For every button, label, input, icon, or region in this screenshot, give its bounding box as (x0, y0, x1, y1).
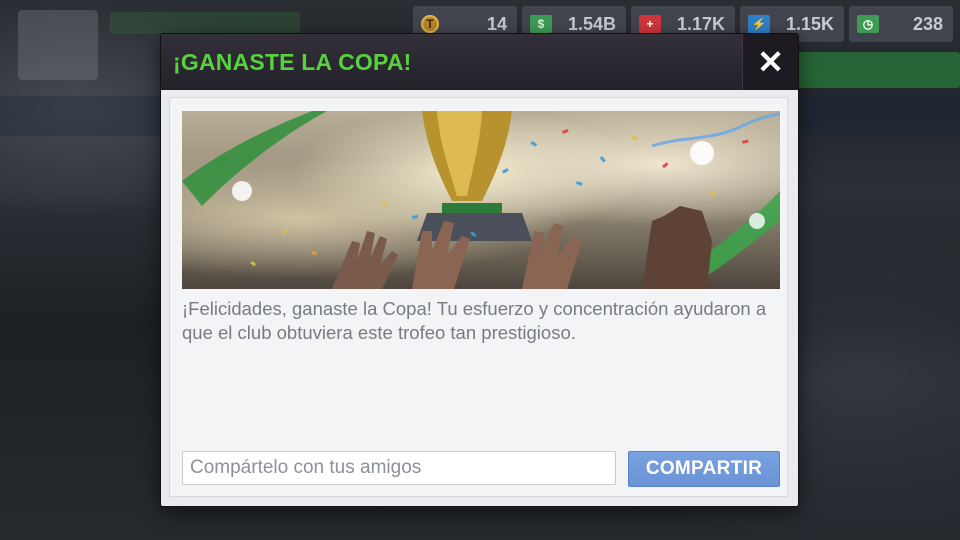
dialog-body: ¡Felicidades, ganaste la Copa! Tu esfuer… (169, 97, 788, 497)
cup-won-dialog: ¡GANASTE LA COPA! ✕ ¡Felicidades, ganast… (161, 34, 798, 506)
congratulations-message: ¡Felicidades, ganaste la Copa! Tu esfuer… (182, 298, 767, 343)
dialog-header: ¡GANASTE LA COPA! ✕ (161, 34, 798, 90)
cash-icon: $ (530, 15, 552, 33)
share-button[interactable]: COMPARTIR (628, 451, 780, 487)
cash-value: 1.54B (567, 13, 616, 34)
close-button[interactable]: ✕ (742, 34, 798, 90)
tokens-value: 14 (486, 13, 507, 34)
time-value: 238 (912, 13, 943, 34)
energy-value: 1.15K (785, 13, 834, 34)
energy-icon: ⚡ (748, 15, 770, 33)
background-header-bar (110, 12, 300, 34)
currency-time[interactable]: ◷ 238 (849, 6, 953, 42)
background-green-button (790, 52, 960, 88)
close-icon: ✕ (757, 44, 784, 80)
time-icon: ◷ (857, 15, 879, 33)
token-icon: T (421, 15, 439, 33)
medical-icon: + (639, 15, 661, 33)
medical-value: 1.17K (676, 13, 725, 34)
background-club-badge (18, 10, 98, 80)
trophy-celebration-image (182, 111, 780, 289)
dialog-title: ¡GANASTE LA COPA! (173, 49, 412, 75)
share-input[interactable] (182, 451, 616, 485)
